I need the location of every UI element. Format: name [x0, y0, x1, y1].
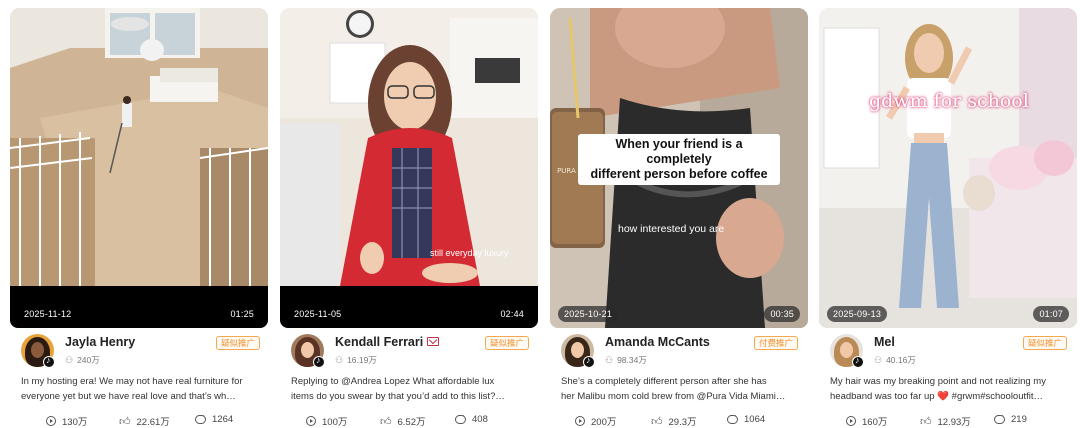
thumbnail-image [10, 8, 268, 328]
play-count-icon [846, 416, 856, 426]
promotion-tag: 疑似推广 [485, 336, 530, 350]
publish-date: 2025-09-13 [827, 306, 888, 322]
video-overlay-text: still everyday luxury [430, 248, 509, 258]
publish-date: 2025-10-21 [558, 306, 619, 322]
creator-name[interactable]: Amanda McCants [605, 335, 710, 349]
video-duration: 00:35 [764, 306, 800, 322]
thumbnail-image [819, 8, 1077, 328]
promotion-tag: 付费推广 [754, 336, 799, 350]
follower-count: ⚇ 98.34万 [605, 355, 647, 365]
creator-name[interactable]: Mel [874, 335, 895, 349]
like-count: 👍︎ 22.61万 [119, 415, 170, 428]
like-icon: 👍︎ [380, 415, 392, 428]
video-card[interactable]: 2025-11-12 01:25 Jayla Henry ⚇240万 疑似推广 … [10, 0, 268, 428]
video-thumbnail[interactable]: still everyday luxury 2025-11-05 02:44 [280, 8, 538, 328]
stats-row: 100万 👍︎6.52万 408 [291, 411, 531, 428]
video-duration: 01:25 [230, 309, 254, 319]
promotion-tag: 疑似推广 [1023, 336, 1068, 350]
play-count-icon [46, 416, 56, 426]
video-description[interactable]: In my hosting era! We may not have real … [21, 374, 261, 404]
comment-icon [455, 411, 466, 424]
publish-date: 2025-11-05 [294, 309, 342, 319]
follower-count: ⚇ 40.16万 [874, 355, 916, 365]
tiktok-badge-icon [43, 355, 55, 368]
followers-icon: ⚇ [605, 355, 614, 365]
video-description[interactable]: Replying to @Andrea Lopez What affordabl… [291, 374, 531, 404]
mail-icon [427, 337, 440, 346]
like-count: 👍︎ 6.52万 [380, 415, 426, 428]
followers-icon: ⚇ [65, 355, 74, 365]
like-count: 👍︎ 12.93万 [920, 415, 971, 428]
followers-icon: ⚇ [874, 355, 883, 365]
video-caption-overlay: When your friend is a completely differen… [578, 134, 780, 185]
comment-count: 219 [994, 411, 1027, 425]
stats-row: 130万 👍︎22.61万 1264 [21, 411, 261, 428]
tiktok-badge-icon [583, 355, 595, 368]
creator-row[interactable]: Jayla Henry ⚇240万 疑似推广 [21, 334, 261, 370]
comment-count: 408 [455, 411, 488, 425]
creator-row[interactable]: Mel ⚇40.16万 疑似推广 [830, 334, 1070, 370]
publish-date: 2025-11-12 [24, 309, 72, 319]
promotion-tag: 疑似推广 [216, 336, 261, 350]
video-description[interactable]: My hair was my breaking point and not re… [830, 374, 1070, 404]
comment-icon [994, 411, 1005, 424]
creator-name[interactable]: Jayla Henry [65, 335, 135, 349]
tiktok-badge-icon [313, 355, 325, 368]
followers-icon: ⚇ [335, 355, 344, 365]
comment-count: 1264 [195, 411, 233, 425]
video-card[interactable]: PURA VIDA When your friend is a complete… [550, 0, 808, 428]
video-duration: 02:44 [500, 309, 524, 319]
comment-icon [727, 411, 738, 424]
follower-count: ⚇ 16.19万 [335, 355, 377, 365]
video-description[interactable]: She’s a completely different person afte… [561, 374, 801, 404]
play-count: 130万 [46, 414, 87, 428]
thumbnail-image [280, 8, 538, 328]
play-count-icon [575, 416, 585, 426]
video-thumbnail[interactable]: 2025-11-12 01:25 [10, 8, 268, 328]
video-overlay-text: how interested you are [618, 223, 725, 235]
tiktok-badge-icon [852, 355, 864, 368]
like-icon: 👍︎ [920, 415, 932, 428]
stats-row: 200万 👍︎29.3万 1064 [561, 411, 801, 428]
video-title-overlay: gdwm for school [869, 90, 1029, 112]
play-count: 200万 [575, 414, 616, 428]
video-duration: 01:07 [1033, 306, 1069, 322]
video-card[interactable]: still everyday luxury 2025-11-05 02:44 K… [280, 0, 538, 428]
play-count: 100万 [306, 414, 347, 428]
creator-row[interactable]: Kendall Ferrari ⚇16.19万 疑似推广 [291, 334, 531, 370]
creator-name[interactable]: Kendall Ferrari [335, 335, 440, 349]
like-icon: 👍︎ [651, 415, 663, 428]
creator-row[interactable]: Amanda McCants ⚇98.34万 付费推广 [561, 334, 801, 370]
video-card[interactable]: gdwm for school 2025-09-13 01:07 Mel ⚇40… [819, 0, 1077, 428]
comment-icon [195, 411, 206, 424]
play-count-icon [306, 416, 316, 426]
follower-count: ⚇ 240万 [65, 355, 100, 365]
like-icon: 👍︎ [119, 415, 131, 428]
comment-count: 1064 [727, 411, 765, 425]
play-count: 160万 [846, 414, 887, 428]
stats-row: 160万 👍︎12.93万 219 [830, 411, 1070, 428]
video-thumbnail[interactable]: PURA VIDA When your friend is a complete… [550, 8, 808, 328]
video-thumbnail[interactable]: gdwm for school 2025-09-13 01:07 [819, 8, 1077, 328]
like-count: 👍︎ 29.3万 [651, 415, 697, 428]
